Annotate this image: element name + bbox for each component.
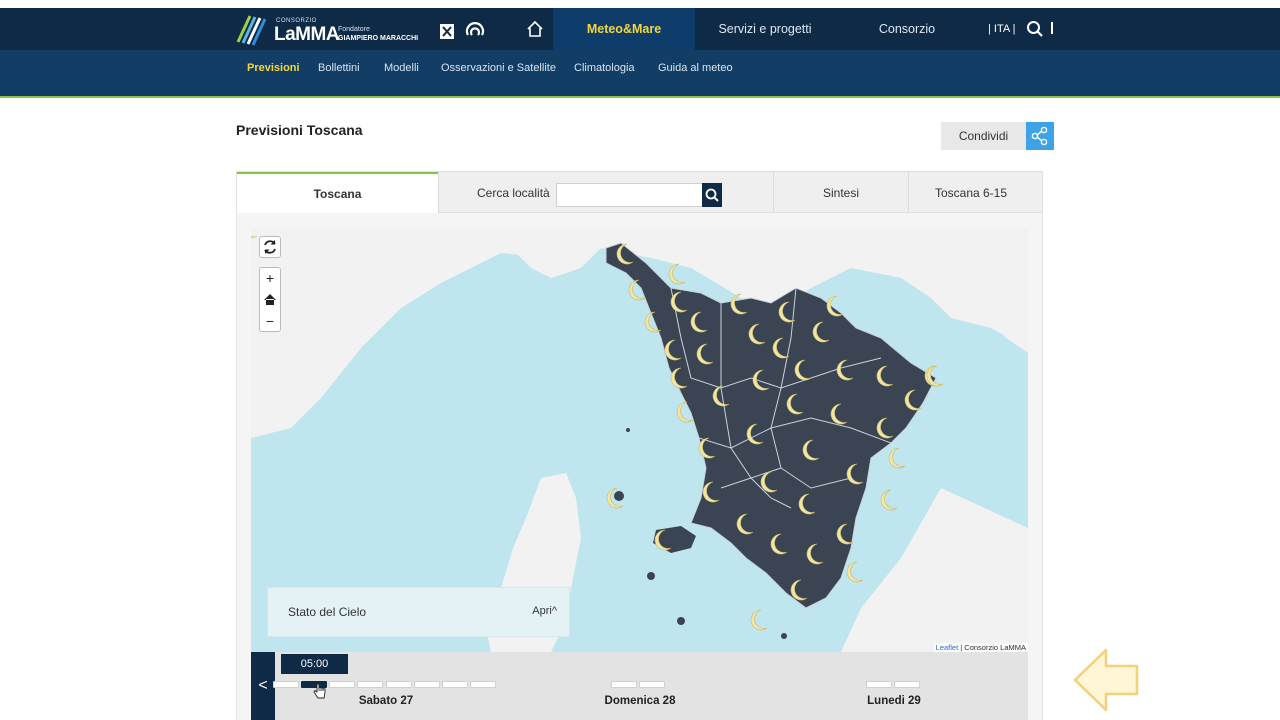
refresh-button[interactable] <box>259 236 281 258</box>
tab-toscana-6-15[interactable]: Toscana 6-15 <box>909 172 1033 214</box>
map-attribution: Leaflet | Consorzio LaMMA <box>933 643 1028 652</box>
sky-state-legend[interactable]: Stato del Cielo Apri^ <box>267 587 570 637</box>
legend-open-toggle[interactable]: Apri^ <box>532 605 557 617</box>
day-label-monday[interactable]: Lunedi 29 <box>834 695 954 707</box>
arrow-left-icon <box>1073 648 1139 712</box>
legend-title: Stato del Cielo <box>288 605 367 619</box>
logo-founder-name: GIAMPIERO MARACCHI <box>338 35 419 42</box>
time-slot[interactable] <box>639 681 665 688</box>
time-slot[interactable] <box>894 681 920 688</box>
logo-founder-label: Fondatore <box>338 26 370 33</box>
time-slot[interactable] <box>470 681 496 688</box>
logo-mark-icon <box>236 15 267 46</box>
nav-consorzio[interactable]: Consorzio <box>843 8 971 50</box>
language-selector[interactable]: | ITA | <box>988 8 1016 50</box>
leaflet-link[interactable]: Leaflet <box>936 643 959 652</box>
lamma-logo[interactable]: CONSORZIO LaMMA Fondatore GIAMPIERO MARA… <box>236 12 436 46</box>
page-title: Previsioni Toscana <box>236 122 363 138</box>
time-slot[interactable] <box>866 681 892 688</box>
subnav-osservazioni-satellite[interactable]: Osservazioni e Satellite <box>441 50 556 86</box>
current-time-badge: 05:00 <box>281 654 348 674</box>
subnav-climatologia[interactable]: Climatologia <box>574 50 635 86</box>
time-slot[interactable] <box>386 681 412 688</box>
tab-sintesi[interactable]: Sintesi <box>774 172 908 214</box>
logo-name: LaMMA <box>274 24 340 45</box>
tab-toscana[interactable]: Toscana <box>237 172 438 214</box>
tab-divider <box>438 172 439 214</box>
zoom-out-button[interactable]: − <box>260 311 280 332</box>
sub-navigation-bar: Previsioni Bollettini Modelli Osservazio… <box>0 50 1280 98</box>
nav-divider <box>1051 22 1053 34</box>
subnav-previsioni[interactable]: Previsioni <box>247 50 300 86</box>
share-icon[interactable] <box>1026 122 1054 150</box>
day-label-saturday[interactable]: Sabato 27 <box>326 695 446 707</box>
zoom-in-button[interactable]: + <box>260 268 280 289</box>
attribution-text: | Consorzio LaMMA <box>958 643 1026 652</box>
subnav-modelli[interactable]: Modelli <box>384 50 419 86</box>
nav-servizi-progetti[interactable]: Servizi e progetti <box>697 8 833 50</box>
nav-meteo-mare[interactable]: Meteo&Mare <box>553 8 695 50</box>
top-navigation-bar: CONSORZIO LaMMA Fondatore GIAMPIERO MARA… <box>0 8 1280 50</box>
refresh-icon <box>264 240 276 254</box>
time-slot[interactable] <box>329 681 355 688</box>
regione-toscana-icon[interactable] <box>439 18 455 40</box>
subnav-bollettini[interactable]: Bollettini <box>318 50 360 86</box>
location-search-button[interactable] <box>702 183 722 207</box>
language-label: ITA <box>993 23 1010 35</box>
timeline-prev-button[interactable]: < <box>251 652 275 720</box>
search-icon[interactable] <box>1026 20 1044 38</box>
cnr-icon[interactable] <box>465 20 485 38</box>
time-slot[interactable] <box>442 681 468 688</box>
time-slot[interactable] <box>414 681 440 688</box>
time-slot[interactable] <box>611 681 637 688</box>
zoom-controls: + − <box>259 267 281 332</box>
time-slot[interactable] <box>357 681 383 688</box>
search-location-label: Cerca località <box>477 186 550 200</box>
location-search-input[interactable] <box>556 183 704 207</box>
hand-cursor-icon <box>313 683 326 699</box>
time-slot[interactable] <box>273 681 299 688</box>
home-extent-icon[interactable] <box>260 289 280 310</box>
subnav-guida-meteo[interactable]: Guida al meteo <box>658 50 733 86</box>
day-label-sunday[interactable]: Domenica 28 <box>580 695 700 707</box>
share-button[interactable]: Condividi <box>941 122 1026 150</box>
home-icon[interactable] <box>526 20 544 38</box>
